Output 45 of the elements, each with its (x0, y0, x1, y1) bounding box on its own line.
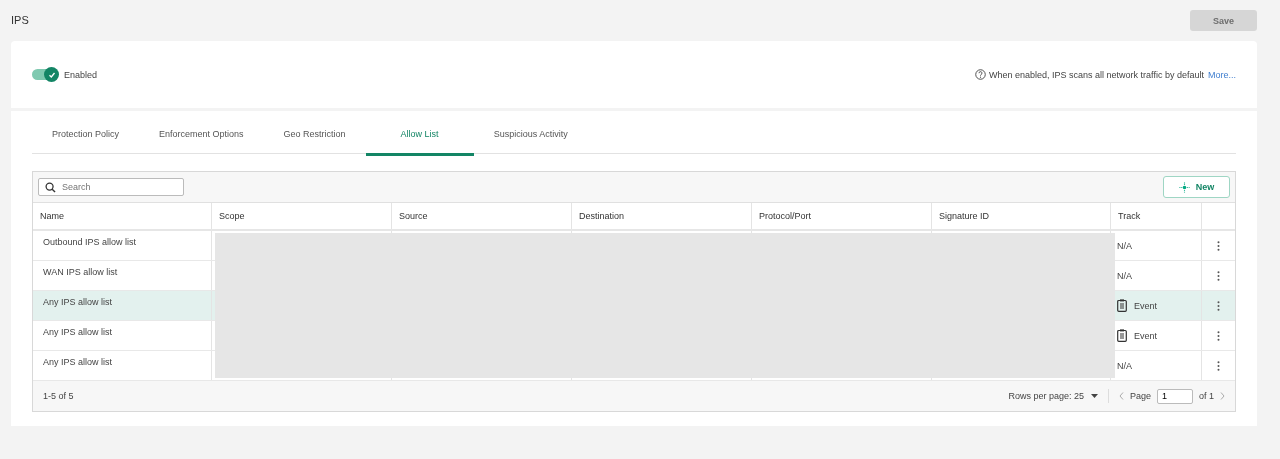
column-header: Destination (572, 203, 752, 229)
table-cell: Event (1134, 330, 1157, 341)
clipboard-icon (1117, 299, 1127, 312)
page-label: Page (1129, 391, 1151, 401)
column-header: Source (392, 203, 572, 229)
table-cell[interactable]: Any IPS allow list (33, 351, 212, 380)
table-cell[interactable]: Any IPS allow list (33, 291, 212, 320)
tab[interactable]: Geo Restriction (263, 123, 366, 155)
table-cell: N/A (1117, 270, 1132, 281)
clipboard-icon (1117, 329, 1127, 342)
info-text: When enabled, IPS scans all network traffic by default (989, 69, 1204, 80)
page-title: IPS (11, 13, 29, 26)
column-header: Track (1111, 203, 1202, 229)
more-link[interactable]: More... (1208, 69, 1236, 80)
row-count: 1-5 of 5 (43, 391, 74, 401)
table-cell[interactable]: Any IPS allow list (33, 321, 212, 350)
column-header: Name (33, 203, 212, 229)
toggle-switch[interactable] (32, 69, 58, 80)
table-cell: N/A (1117, 240, 1132, 251)
column-header: Scope (212, 203, 392, 229)
new-button[interactable]: New (1163, 176, 1230, 198)
table-cell: N/A (1117, 360, 1132, 371)
crosshair-icon (1178, 181, 1190, 193)
table-cell[interactable]: Outbound IPS allow list (33, 231, 212, 260)
page-number-field[interactable]: 1 (1157, 388, 1193, 404)
caret-icon (1090, 394, 1098, 398)
more-options-icon[interactable] (1217, 360, 1220, 371)
tab[interactable]: Suspicious Activity (473, 123, 588, 155)
tab[interactable]: Enforcement Options (139, 123, 264, 155)
toggle-label: Enabled (64, 69, 98, 80)
column-header: Signature ID (932, 203, 1111, 229)
tab[interactable]: Allow List (365, 123, 474, 156)
tab[interactable]: Protection Policy (32, 123, 140, 155)
help-icon (975, 69, 987, 80)
table-cell[interactable]: WAN IPS allow list (33, 261, 212, 290)
page-total: of 1 (1199, 391, 1214, 401)
more-options-icon[interactable] (1217, 300, 1220, 311)
search-field[interactable]: Search (38, 178, 184, 196)
more-options-icon[interactable] (1217, 330, 1220, 341)
more-options-icon[interactable] (1217, 270, 1220, 281)
more-options-icon[interactable] (1217, 240, 1220, 251)
table-cell: Event (1134, 300, 1157, 311)
column-header: Protocol/Port (752, 203, 932, 229)
rows-per-page-dropdown[interactable]: Rows per page: 25 (1008, 391, 1098, 401)
check-icon (47, 70, 56, 79)
